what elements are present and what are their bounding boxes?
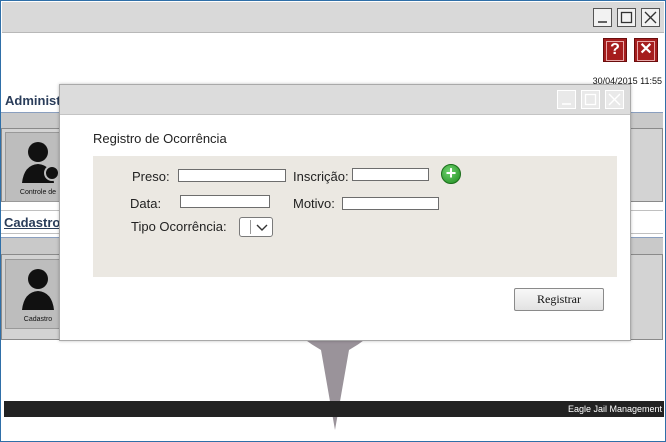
maximize-icon <box>584 93 597 106</box>
person-icon <box>22 142 60 183</box>
dialog-title: Registro de Ocorrência <box>93 131 227 146</box>
tipo-ocorrencia-label: Tipo Ocorrência: <box>131 219 227 234</box>
help-button[interactable]: ? <box>603 38 627 62</box>
minimize-icon <box>598 21 607 23</box>
plus-circle-icon: + <box>445 163 457 183</box>
dialog-maximize-button[interactable] <box>581 90 600 109</box>
preso-label: Preso: <box>132 169 170 184</box>
registrar-button[interactable]: Registrar <box>514 288 604 311</box>
maximize-button[interactable] <box>617 8 636 27</box>
inscricao-label: Inscrição: <box>293 169 349 184</box>
dialog-close-button[interactable] <box>605 90 624 109</box>
close-icon <box>608 93 621 106</box>
minimize-icon <box>562 103 571 105</box>
preso-input[interactable] <box>178 169 286 182</box>
inscricao-input[interactable] <box>352 168 429 181</box>
minimize-button[interactable] <box>593 8 612 27</box>
status-footer: Eagle Jail Management <box>4 401 664 417</box>
main-titlebar <box>2 2 664 33</box>
registro-ocorrencia-dialog: Registro de Ocorrência Preso: Inscrição:… <box>59 84 631 341</box>
exit-icon: ✕ <box>637 41 655 61</box>
motivo-label: Motivo: <box>293 196 335 211</box>
person-icon <box>22 269 54 310</box>
dialog-titlebar <box>60 85 630 115</box>
data-label: Data: <box>130 196 162 211</box>
ocorrencia-form: Preso: Inscrição: + Data: Motivo: Tipo O… <box>93 156 617 277</box>
maximize-icon <box>620 11 633 24</box>
add-preso-button[interactable]: + <box>441 164 461 184</box>
footer-text: Eagle Jail Management <box>567 404 662 414</box>
help-icon: ? <box>606 41 624 61</box>
exit-button[interactable]: ✕ <box>634 38 658 62</box>
dialog-minimize-button[interactable] <box>557 90 576 109</box>
close-icon <box>644 11 657 24</box>
close-button[interactable] <box>641 8 660 27</box>
chevron-down-icon <box>256 224 268 231</box>
data-input[interactable] <box>180 195 270 208</box>
tipo-ocorrencia-select[interactable] <box>239 217 273 237</box>
motivo-input[interactable] <box>342 197 439 210</box>
